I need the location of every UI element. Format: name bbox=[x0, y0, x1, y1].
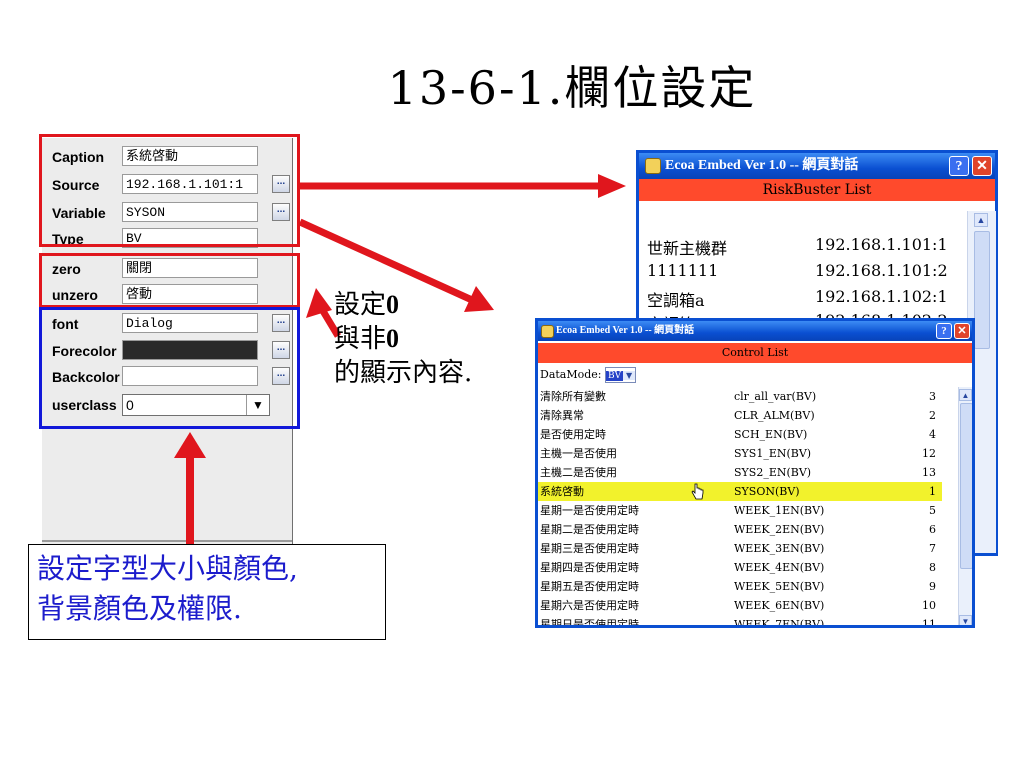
table-row[interactable]: 清除異常 CLR_ALM(BV) 2 bbox=[538, 406, 942, 425]
note-line-2: 背景顏色及權限. bbox=[37, 592, 242, 625]
row-variable: WEEK_3EN(BV) bbox=[734, 542, 825, 555]
callout-text: 0 bbox=[386, 324, 400, 353]
row-index: 3 bbox=[929, 390, 936, 403]
item-address: 192.168.1.102:1 bbox=[815, 287, 948, 306]
row-variable: WEEK_4EN(BV) bbox=[734, 561, 825, 574]
datamode-value: BV bbox=[606, 371, 624, 381]
row-name: 清除異常 bbox=[540, 409, 584, 422]
row-index: 6 bbox=[929, 523, 936, 536]
row-index: 10 bbox=[922, 599, 936, 612]
scroll-down-icon[interactable]: ▼ bbox=[959, 615, 972, 625]
callout-text: 與非 bbox=[334, 324, 387, 354]
row-index: 1 bbox=[929, 485, 936, 498]
row-variable: SCH_EN(BV) bbox=[734, 428, 808, 441]
style-note: 設定字型大小與顏色, 背景顏色及權限. bbox=[28, 544, 386, 640]
control-title-bar[interactable]: Ecoa Embed Ver 1.0 -- 網頁對話 ? ✕ bbox=[538, 321, 972, 341]
callout-line-3: 的顯示內容. bbox=[334, 358, 473, 388]
hand-cursor-icon bbox=[691, 483, 704, 500]
riskbuster-title-bar[interactable]: Ecoa Embed Ver 1.0 -- 網頁對話 ? ✕ bbox=[639, 153, 995, 179]
row-name: 星期五是否使用定時 bbox=[540, 580, 639, 593]
item-address: 192.168.1.101:2 bbox=[815, 261, 948, 280]
table-row[interactable]: 星期六是否使用定時 WEEK_6EN(BV) 10 bbox=[538, 596, 942, 615]
table-row[interactable]: 主機二是否使用 SYS2_EN(BV) 13 bbox=[538, 463, 942, 482]
window-title: Ecoa Embed Ver 1.0 -- 網頁對話 bbox=[556, 325, 695, 336]
row-variable: WEEK_7EN(BV) bbox=[734, 618, 825, 628]
row-variable: WEEK_1EN(BV) bbox=[734, 504, 825, 517]
row-name: 是否使用定時 bbox=[540, 428, 606, 441]
close-button[interactable]: ✕ bbox=[972, 156, 992, 176]
datamode-select[interactable]: BV ▼ bbox=[605, 367, 637, 383]
scroll-up-icon[interactable]: ▲ bbox=[974, 213, 988, 227]
row-index: 9 bbox=[929, 580, 936, 593]
row-variable: CLR_ALM(BV) bbox=[734, 409, 815, 422]
scroll-thumb[interactable] bbox=[960, 403, 972, 569]
row-index: 7 bbox=[929, 542, 936, 555]
callout-line-2: 與非0 bbox=[334, 322, 472, 356]
table-row-selected[interactable]: 系統啓動 SYSON(BV) 1 bbox=[538, 482, 942, 501]
item-name: 空調箱a bbox=[647, 291, 705, 310]
row-name: 星期三是否使用定時 bbox=[540, 542, 639, 555]
row-index: 11 bbox=[922, 618, 936, 628]
table-row[interactable]: 星期一是否使用定時 WEEK_1EN(BV) 5 bbox=[538, 501, 942, 520]
row-name: 星期四是否使用定時 bbox=[540, 561, 639, 574]
help-button[interactable]: ? bbox=[936, 323, 952, 339]
row-name: 主機二是否使用 bbox=[540, 466, 617, 479]
help-button[interactable]: ? bbox=[949, 156, 969, 176]
table-row[interactable]: 是否使用定時 SCH_EN(BV) 4 bbox=[538, 425, 942, 444]
table-row[interactable]: 主機一是否使用 SYS1_EN(BV) 12 bbox=[538, 444, 942, 463]
row-name: 星期二是否使用定時 bbox=[540, 523, 639, 536]
row-variable: SYS2_EN(BV) bbox=[734, 466, 812, 479]
window-title: Ecoa Embed Ver 1.0 -- 網頁對話 bbox=[665, 158, 859, 173]
zero-callout: 設定0 與非0 的顯示內容. bbox=[334, 288, 472, 390]
arrowhead-icon bbox=[174, 432, 206, 458]
row-variable: WEEK_5EN(BV) bbox=[734, 580, 825, 593]
arrowhead-icon bbox=[598, 174, 626, 198]
table-row[interactable]: 星期四是否使用定時 WEEK_4EN(BV) 8 bbox=[538, 558, 942, 577]
row-name: 主機一是否使用 bbox=[540, 447, 617, 460]
table-row[interactable]: 星期日是否使用定時 WEEK_7EN(BV) 11 bbox=[538, 615, 942, 628]
datamode-row: DataMode: BV ▼ bbox=[540, 367, 637, 383]
table-row[interactable]: 星期二是否使用定時 WEEK_2EN(BV) 6 bbox=[538, 520, 942, 539]
row-name: 星期一是否使用定時 bbox=[540, 504, 639, 517]
ie-window-icon bbox=[541, 325, 554, 338]
control-list-scrollbar[interactable]: ▲ ▼ bbox=[958, 387, 972, 625]
item-name: 世新主機群 bbox=[647, 239, 728, 258]
riskbuster-list-header: RiskBuster List bbox=[639, 179, 995, 201]
item-name: 1111111 bbox=[647, 261, 719, 280]
row-name: 星期日是否使用定時 bbox=[540, 618, 639, 628]
control-list-dialog: Ecoa Embed Ver 1.0 -- 網頁對話 ? ✕ Control L… bbox=[535, 318, 975, 628]
item-address: 192.168.1.101:1 bbox=[815, 235, 948, 254]
table-row[interactable]: 清除所有變數 clr_all_var(BV) 3 bbox=[538, 387, 942, 406]
row-index: 5 bbox=[929, 504, 936, 517]
control-list-header: Control List bbox=[538, 343, 972, 363]
row-variable: clr_all_var(BV) bbox=[734, 390, 817, 403]
row-variable: WEEK_6EN(BV) bbox=[734, 599, 825, 612]
row-variable: SYS1_EN(BV) bbox=[734, 447, 812, 460]
datamode-label: DataMode: bbox=[540, 368, 602, 381]
row-variable: WEEK_2EN(BV) bbox=[734, 523, 825, 536]
ie-window-icon bbox=[645, 158, 661, 174]
chevron-down-icon[interactable]: ▼ bbox=[623, 371, 636, 380]
note-line-1: 設定字型大小與顏色, bbox=[37, 552, 298, 585]
row-index: 4 bbox=[929, 428, 936, 441]
row-index: 12 bbox=[922, 447, 936, 460]
callout-text: 設定 bbox=[334, 290, 387, 320]
scroll-thumb[interactable] bbox=[974, 231, 990, 349]
table-row[interactable]: 星期三是否使用定時 WEEK_3EN(BV) 7 bbox=[538, 539, 942, 558]
row-index: 8 bbox=[929, 561, 936, 574]
row-index: 2 bbox=[929, 409, 936, 422]
control-list: 清除所有變數 clr_all_var(BV) 3 清除異常 CLR_ALM(BV) 2 … bbox=[538, 387, 956, 628]
row-name: 系統啓動 bbox=[540, 485, 584, 498]
row-name: 清除所有變數 bbox=[540, 390, 606, 403]
row-variable: SYSON(BV) bbox=[734, 485, 800, 498]
callout-text: 0 bbox=[386, 290, 400, 319]
callout-line-1: 設定0 bbox=[334, 288, 472, 322]
scroll-up-icon[interactable]: ▲ bbox=[959, 389, 972, 401]
table-row[interactable]: 星期五是否使用定時 WEEK_5EN(BV) 9 bbox=[538, 577, 942, 596]
row-name: 星期六是否使用定時 bbox=[540, 599, 639, 612]
row-index: 13 bbox=[922, 466, 936, 479]
close-button[interactable]: ✕ bbox=[954, 323, 970, 339]
